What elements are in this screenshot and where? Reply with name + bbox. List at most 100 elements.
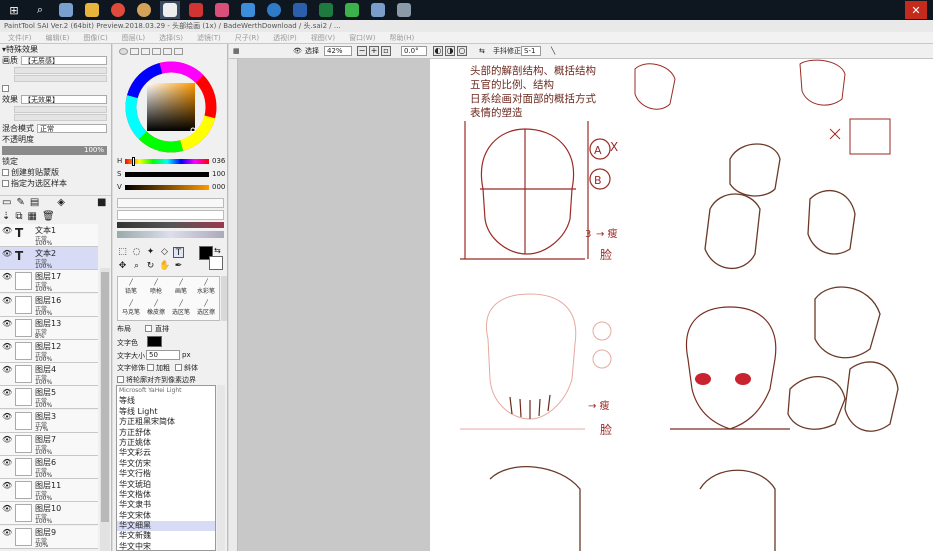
font-list-item[interactable]: 华文琥珀: [117, 480, 215, 490]
menu-ruler[interactable]: 尺子(R): [235, 32, 259, 43]
font-list-item[interactable]: 华文彩云: [117, 448, 215, 458]
zoom-in-button[interactable]: +: [369, 46, 379, 56]
new-folder-icon[interactable]: ▤: [30, 197, 39, 208]
eye-icon[interactable]: 👁: [2, 227, 12, 235]
swatch-row-4[interactable]: [117, 231, 224, 238]
lasso-tool-icon[interactable]: ◌: [131, 247, 142, 258]
layer-row[interactable]: 👁 图层4 正常 100%: [0, 363, 98, 387]
font-list-item[interactable]: 华文细黑: [117, 521, 215, 532]
menu-view[interactable]: 视图(V): [311, 32, 335, 43]
swap-colors-icon[interactable]: ⇆: [214, 246, 221, 255]
stabilizer-select[interactable]: S-1: [521, 46, 541, 56]
text-tool-icon[interactable]: T: [173, 247, 184, 258]
brush-brush[interactable]: ╱ 画笔: [168, 279, 194, 295]
font-list-item[interactable]: 华文中宋: [117, 542, 215, 550]
brush-pencil[interactable]: ╱ 铅笔: [118, 279, 144, 295]
eye-icon[interactable]: 👁: [2, 343, 12, 351]
menu-file[interactable]: 文件(F): [8, 32, 32, 43]
italic-checkbox[interactable]: [175, 364, 182, 371]
font-list-item[interactable]: 华文隶书: [117, 500, 215, 510]
eye-icon[interactable]: 👁: [2, 273, 12, 281]
select-source-checkbox[interactable]: [2, 180, 9, 187]
menu-layer[interactable]: 图层(L): [122, 32, 145, 43]
eye-icon[interactable]: 👁: [2, 482, 12, 490]
zoom-out-button[interactable]: −: [357, 46, 367, 56]
font-list-item[interactable]: 华文新魏: [117, 531, 215, 541]
font-list-item[interactable]: Microsoft YaHei Light: [117, 386, 215, 396]
magic-wand-tool-icon[interactable]: ✦: [145, 247, 156, 258]
clip-checkbox[interactable]: [2, 169, 9, 176]
swatch-row-3[interactable]: [117, 222, 224, 228]
layer-row[interactable]: 👁 图层6 正常 100%: [0, 456, 98, 479]
menu-perspective[interactable]: 透视(P): [273, 32, 297, 43]
select-rect-tool-icon[interactable]: ⬚: [117, 247, 128, 258]
drawing-canvas[interactable]: 头部的解剖结构、概括结构 五官的比例、结构 日系绘画对面部的概括方式 表情的塑造…: [430, 59, 933, 551]
eyedropper-tool-icon[interactable]: ✒: [173, 261, 184, 272]
zoom-tool-icon[interactable]: ⌕: [131, 261, 142, 272]
swatch-row-2[interactable]: [117, 210, 224, 220]
font-list-item[interactable]: 方正舒体: [117, 428, 215, 438]
texture-select[interactable]: 【无质感】: [21, 56, 107, 65]
eye-icon[interactable]: 👁: [2, 389, 12, 397]
menu-select[interactable]: 选择(S): [159, 32, 183, 43]
new-layer-set-icon[interactable]: ✎: [16, 197, 24, 208]
brush-airbrush[interactable]: ╱ 喷枪: [143, 279, 169, 295]
layer-row[interactable]: 👁 图层9 正常 30%: [0, 525, 98, 549]
move-down-icon[interactable]: ⇣: [2, 211, 10, 222]
zoom-input[interactable]: 42%: [324, 46, 352, 56]
swatch-tab[interactable]: [174, 48, 183, 55]
excel-icon[interactable]: [316, 1, 336, 19]
delete-layer-icon[interactable]: 🗑: [42, 211, 55, 222]
bold-checkbox[interactable]: [147, 364, 154, 371]
brush-watercolor[interactable]: ╱ 水彩笔: [193, 279, 219, 295]
rgb-tab[interactable]: [130, 48, 139, 55]
hand-tool-icon[interactable]: ✋: [159, 261, 170, 272]
rotate-left-button[interactable]: ◐: [433, 46, 443, 56]
palette-tab[interactable]: [152, 48, 161, 55]
chrome-icon[interactable]: [108, 1, 128, 19]
brush-marker[interactable]: ╱ 马克笔: [118, 300, 144, 316]
brush-eraser[interactable]: ╱ 橡皮擦: [143, 300, 169, 316]
value-slider[interactable]: [125, 185, 209, 190]
app-gray-icon[interactable]: [394, 1, 414, 19]
windows-start-icon[interactable]: ⊞: [4, 1, 24, 19]
rotate-reset-button[interactable]: ○: [457, 46, 467, 56]
brush-select-eraser[interactable]: ╱ 选区擦: [193, 300, 219, 316]
eye-icon[interactable]: 👁: [2, 296, 12, 304]
font-list-item[interactable]: 华文行楷: [117, 469, 215, 479]
font-list-item[interactable]: 方正粗黑宋简体: [117, 417, 215, 427]
texture-apply-row[interactable]: [0, 83, 111, 94]
hue-slider[interactable]: [125, 159, 209, 164]
mask-icon[interactable]: ■: [97, 197, 106, 208]
menu-help[interactable]: 帮助(H): [389, 32, 414, 43]
browser-icon[interactable]: [134, 1, 154, 19]
text-size-input[interactable]: 50: [146, 350, 180, 360]
search-icon[interactable]: ⌕: [30, 1, 50, 19]
app-red-icon[interactable]: [186, 1, 206, 19]
texture-scale-slider[interactable]: [14, 67, 107, 74]
sai-taskbar-icon[interactable]: [160, 1, 180, 19]
brush-select-pen[interactable]: ╱ 选区笔: [168, 300, 194, 316]
edge-icon[interactable]: [238, 1, 258, 19]
rotate-tool-icon[interactable]: ↻: [145, 261, 156, 272]
texture-apply-checkbox[interactable]: [2, 85, 9, 92]
task-app-icon[interactable]: [56, 1, 76, 19]
layer-row[interactable]: 👁 图层12 正常 100%: [0, 340, 98, 363]
color-wheel-tab[interactable]: [119, 48, 128, 55]
grid-icon[interactable]: ▦: [233, 46, 240, 56]
menu-edit[interactable]: 编辑(E): [46, 32, 70, 43]
effects-header[interactable]: ▾ 特殊效果: [0, 44, 111, 55]
opacity-slider[interactable]: 100%: [2, 146, 107, 155]
rotate-right-button[interactable]: ◑: [445, 46, 455, 56]
layer-row[interactable]: 👁 T 文本1 正常 100%: [0, 224, 98, 247]
blend-mode-select[interactable]: 正常: [37, 124, 107, 133]
app-green-icon[interactable]: [342, 1, 362, 19]
app-window-icon[interactable]: [368, 1, 388, 19]
app-pink-icon[interactable]: [212, 1, 232, 19]
color-wheel[interactable]: [125, 61, 217, 153]
layer-row[interactable]: 👁 图层17 正常 100%: [0, 270, 98, 294]
line-tool-icon[interactable]: ╲: [551, 46, 555, 56]
eye-icon[interactable]: 👁: [2, 435, 12, 443]
menu-window[interactable]: 窗口(W): [349, 32, 375, 43]
move-tool-icon[interactable]: ✥: [117, 261, 128, 272]
